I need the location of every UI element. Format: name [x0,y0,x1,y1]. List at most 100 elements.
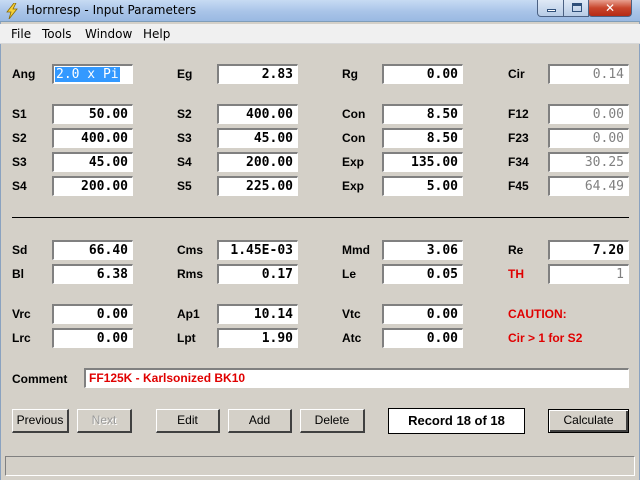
label-f12: F12 [508,107,529,121]
field-rms[interactable]: 0.17 [217,264,298,284]
field-f45: 64.49 [548,176,629,196]
field-vrc[interactable]: 0.00 [52,304,133,324]
field-eg[interactable]: 2.83 [217,64,298,84]
menu-tools[interactable]: Tools [42,27,72,41]
label-rg: Rg [342,67,358,81]
field-cir: 0.14 [548,64,629,84]
label-cir: Cir [508,67,525,81]
edit-button[interactable]: Edit [156,409,220,433]
field-cms[interactable]: 1.45E-03 [217,240,298,260]
field-rg[interactable]: 0.00 [382,64,463,84]
label-cms: Cms [177,243,204,257]
label-s4-upper: S4 [177,155,192,169]
label-le: Le [342,267,357,281]
field-ang-value: 2.0 x Pi [55,67,120,82]
field-s4-upper[interactable]: 200.00 [217,152,298,172]
record-indicator: Record 18 of 18 [388,408,525,434]
field-lpt[interactable]: 1.90 [217,328,298,348]
label-bl: Bl [12,267,24,281]
minimize-button[interactable] [537,0,564,17]
field-f12: 0.00 [548,104,629,124]
label-s2-lower: S2 [12,131,27,145]
field-s3-lower[interactable]: 45.00 [52,152,133,172]
label-con-1: Con [342,107,366,121]
section-divider [12,217,629,218]
label-eg: Eg [177,67,193,81]
field-ap1[interactable]: 10.14 [217,304,298,324]
label-comment: Comment [12,372,68,386]
field-lrc[interactable]: 0.00 [52,328,133,348]
edit-button-label: Edit [177,413,198,427]
field-con-2[interactable]: 8.50 [382,128,463,148]
label-f34: F34 [508,155,529,169]
label-s3-upper: S3 [177,131,192,145]
field-s1[interactable]: 50.00 [52,104,133,124]
field-exp-2[interactable]: 5.00 [382,176,463,196]
label-s4-lower: S4 [12,179,27,193]
comment-field[interactable]: FF125K - Karlsonized BK10 [84,368,629,388]
menu-file[interactable]: File [11,27,31,41]
close-icon: ✕ [604,1,616,15]
label-ap1: Ap1 [177,307,200,321]
field-exp-1[interactable]: 135.00 [382,152,463,172]
label-lrc: Lrc [12,331,31,345]
label-s1: S1 [12,107,27,121]
maximize-icon [572,3,582,12]
field-vtc[interactable]: 0.00 [382,304,463,324]
field-ang[interactable]: 2.0 x Pi [52,64,133,84]
field-s4-lower[interactable]: 200.00 [52,176,133,196]
field-s2-upper[interactable]: 400.00 [217,104,298,124]
field-re[interactable]: 7.20 [548,240,629,260]
previous-button[interactable]: Previous [12,409,69,433]
field-f23: 0.00 [548,128,629,148]
label-s2-upper: S2 [177,107,192,121]
maximize-button[interactable] [563,0,589,17]
label-sd: Sd [12,243,28,257]
menu-window[interactable]: Window [85,27,132,41]
field-bl[interactable]: 6.38 [52,264,133,284]
menu-bar: File Tools Window Help [0,24,640,44]
field-s3-upper[interactable]: 45.00 [217,128,298,148]
label-vtc: Vtc [342,307,361,321]
delete-button-label: Delete [314,413,350,427]
menu-help[interactable]: Help [143,27,170,41]
caution-title: CAUTION: [508,307,567,321]
calculate-button[interactable]: Calculate [548,409,629,433]
label-exp-2: Exp [342,179,365,193]
label-vrc: Vrc [12,307,31,321]
minimize-icon [547,9,556,12]
field-atc[interactable]: 0.00 [382,328,463,348]
label-f45: F45 [508,179,529,193]
field-le[interactable]: 0.05 [382,264,463,284]
label-th: TH [508,267,524,281]
field-th: 1 [548,264,629,284]
close-button[interactable]: ✕ [588,0,632,17]
caution-message: Cir > 1 for S2 [508,331,583,345]
calculate-button-label: Calculate [563,413,614,427]
label-re: Re [508,243,524,257]
field-con-1[interactable]: 8.50 [382,104,463,124]
status-bar [5,456,635,476]
label-mmd: Mmd [342,243,370,257]
label-s3-lower: S3 [12,155,27,169]
field-sd[interactable]: 66.40 [52,240,133,260]
label-exp-1: Exp [342,155,365,169]
add-button[interactable]: Add [228,409,292,433]
label-atc: Atc [342,331,362,345]
label-f23: F23 [508,131,529,145]
label-con-2: Con [342,131,366,145]
field-s5[interactable]: 225.00 [217,176,298,196]
delete-button[interactable]: Delete [300,409,365,433]
lightning-icon [6,3,18,19]
previous-button-label: Previous [16,413,64,427]
label-rms: Rms [177,267,204,281]
label-lpt: Lpt [177,331,196,345]
title-bar: Hornresp - Input Parameters ✕ [0,0,640,22]
next-button[interactable]: Next [77,409,132,433]
label-ang: Ang [12,67,36,81]
field-mmd[interactable]: 3.06 [382,240,463,260]
add-button-label: Add [248,413,271,427]
window-title: Hornresp - Input Parameters [26,3,197,17]
label-s5: S5 [177,179,192,193]
field-s2-lower[interactable]: 400.00 [52,128,133,148]
